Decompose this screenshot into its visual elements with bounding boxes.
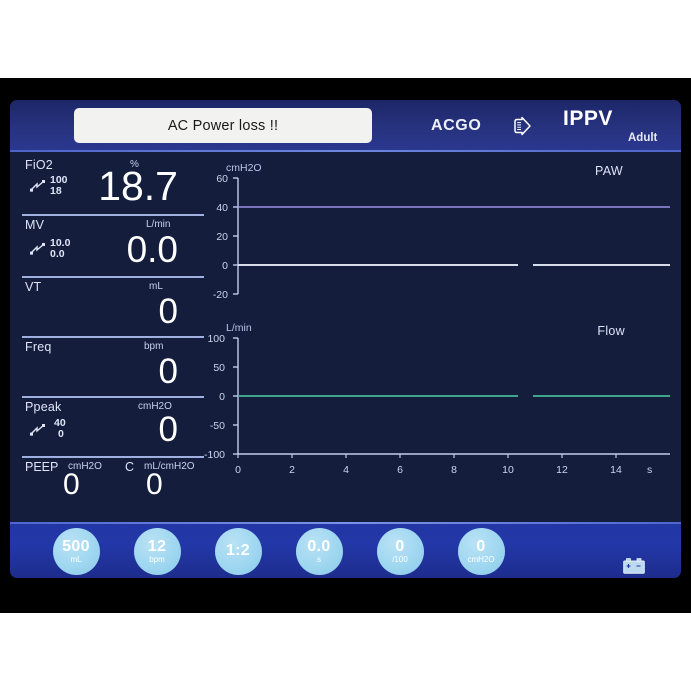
paw-ytick: -20 (212, 289, 228, 301)
parameter-freq[interactable]: Freq bpm 0 (18, 336, 208, 396)
setting-unit: mL (70, 555, 82, 564)
acgo-label[interactable]: ACGO (431, 117, 481, 135)
flow-xtick: 6 (397, 464, 403, 476)
parameter-label: Ppeak (25, 400, 62, 414)
flow-xtick: 10 (502, 464, 514, 476)
header-divider (10, 150, 681, 152)
settings-bar: 500 mL Vt 12 bpm Freq 1:2 I:E 0.0 s T (10, 522, 681, 578)
parameter-label: VT (25, 280, 42, 294)
setting-value: 12 (147, 538, 167, 555)
flow-waveform-chart[interactable]: L/min Flow 100 50 0 -50 -100 0 2 4 6 8 1… (204, 322, 675, 502)
paw-ytick: 0 (222, 260, 228, 272)
flow-xtick: 2 (289, 464, 295, 476)
parameter-fio2[interactable]: FiO2 % 100 18 18.7 (18, 154, 208, 214)
parameter-divider (22, 456, 204, 458)
setting-unit: /100 (392, 555, 408, 564)
alarm-message: AC Power loss !! (167, 117, 279, 134)
setting-unit: s (317, 555, 321, 564)
parameter-mv[interactable]: MV L/min 10.0 0.0 0.0 (18, 214, 208, 276)
flow-xtick: 8 (451, 464, 457, 476)
alarm-limit-low: 0 (58, 428, 64, 440)
parameter-value: 0 (158, 410, 178, 449)
compliance-value: 0 (146, 468, 163, 501)
patient-type-label[interactable]: Adult (628, 132, 657, 144)
flow-ytick: 100 (207, 333, 225, 345)
setting-knob[interactable]: 0.0 s (295, 528, 343, 575)
ventilator-screen: AC Power loss !! ACGO IPPV Adult FiO2 % (10, 100, 681, 578)
setting-unit: bpm (149, 555, 165, 564)
parameter-ppeak[interactable]: Ppeak cmH2O 40 0 0 (18, 396, 208, 456)
flow-ytick: 50 (213, 362, 225, 374)
peep-label: PEEP (25, 460, 59, 474)
setting-tip[interactable]: 0.0 s Tip (275, 528, 363, 578)
parameter-divider (22, 336, 204, 338)
alarm-limit-high: 40 (54, 417, 66, 429)
alarm-limit-high: 10.0 (50, 237, 71, 249)
paw-ytick: 40 (216, 202, 228, 214)
settings-divider (10, 522, 681, 524)
parameter-label: FiO2 (25, 158, 53, 172)
parameter-unit: bpm (144, 341, 164, 352)
parameter-value: 0 (158, 352, 178, 391)
setting-value: 1:2 (225, 542, 251, 559)
parameter-value: 0.0 (126, 229, 178, 270)
flow-plot-area (233, 337, 670, 458)
flow-xtick: 14 (610, 464, 622, 476)
setting-vt[interactable]: 500 mL Vt (32, 528, 120, 578)
parameter-label: Freq (25, 340, 52, 354)
parameter-unit: mL (149, 281, 163, 292)
parameter-divider (22, 396, 204, 398)
setting-value: 0 (395, 538, 405, 555)
setting-knob[interactable]: 500 mL (52, 528, 100, 575)
header-bar: AC Power loss !! ACGO IPPV Adult (10, 100, 681, 152)
alarm-limit-low: 0.0 (50, 248, 65, 260)
parameter-vt[interactable]: VT mL 0 (18, 276, 208, 336)
setting-knob[interactable]: 12 bpm (133, 528, 181, 575)
setting-sigh[interactable]: 0 /100 Sigh (356, 528, 444, 578)
parameter-value: 18.7 (98, 163, 178, 209)
numeric-parameter-panel: FiO2 % 100 18 18.7 MV L/min 10.0 0.0 0.0… (18, 154, 208, 522)
setting-freq[interactable]: 12 bpm Freq (113, 528, 201, 578)
paw-waveform-chart[interactable]: cmH2O PAW 60 40 20 0 -20 (210, 162, 675, 317)
parameter-label: MV (25, 218, 45, 232)
paw-ytick: 60 (216, 173, 228, 185)
alarm-limit-high: 100 (50, 174, 68, 186)
setting-knob[interactable]: 0 cmH2O (457, 528, 505, 575)
setting-peep[interactable]: 0 cmH2O PEEP (437, 528, 525, 578)
setting-value: 500 (62, 538, 90, 555)
battery-icon (623, 558, 645, 578)
flow-ytick: 0 (219, 391, 225, 403)
alarm-limit-low: 18 (50, 185, 62, 197)
flow-xtick: 4 (343, 464, 349, 476)
setting-value: 0.0 (307, 538, 331, 555)
paw-ytick: 20 (216, 231, 228, 243)
parameter-peep-compliance-row[interactable]: PEEP cmH2O C mL/cmH2O 0 0 (18, 456, 208, 508)
flow-ytick: -50 (209, 420, 225, 432)
alarm-banner[interactable]: AC Power loss !! (74, 108, 372, 143)
flow-ytick: -100 (203, 449, 225, 461)
setting-unit: cmH2O (467, 555, 495, 564)
compliance-label: C (125, 460, 135, 474)
parameter-divider (22, 276, 204, 278)
setting-ie-ratio[interactable]: 1:2 I:E (194, 528, 282, 578)
setting-knob[interactable]: 1:2 (214, 528, 262, 575)
manual-bellows-icon (510, 114, 536, 143)
parameter-divider (22, 214, 204, 216)
paw-plot-area (233, 177, 670, 295)
flow-xtick: 12 (556, 464, 568, 476)
peep-value: 0 (63, 468, 80, 501)
setting-knob[interactable]: 0 /100 (376, 528, 424, 575)
alarm-limit-arrow-icon (30, 242, 46, 260)
flow-xtick: 0 (235, 464, 241, 476)
alarm-limit-arrow-icon (30, 423, 46, 441)
setting-value: 0 (476, 538, 486, 555)
ventilation-mode-label[interactable]: IPPV (563, 107, 613, 131)
alarm-limit-arrow-icon (30, 179, 46, 197)
parameter-value: 0 (158, 292, 178, 331)
flow-x-axis-unit: s (647, 464, 653, 476)
